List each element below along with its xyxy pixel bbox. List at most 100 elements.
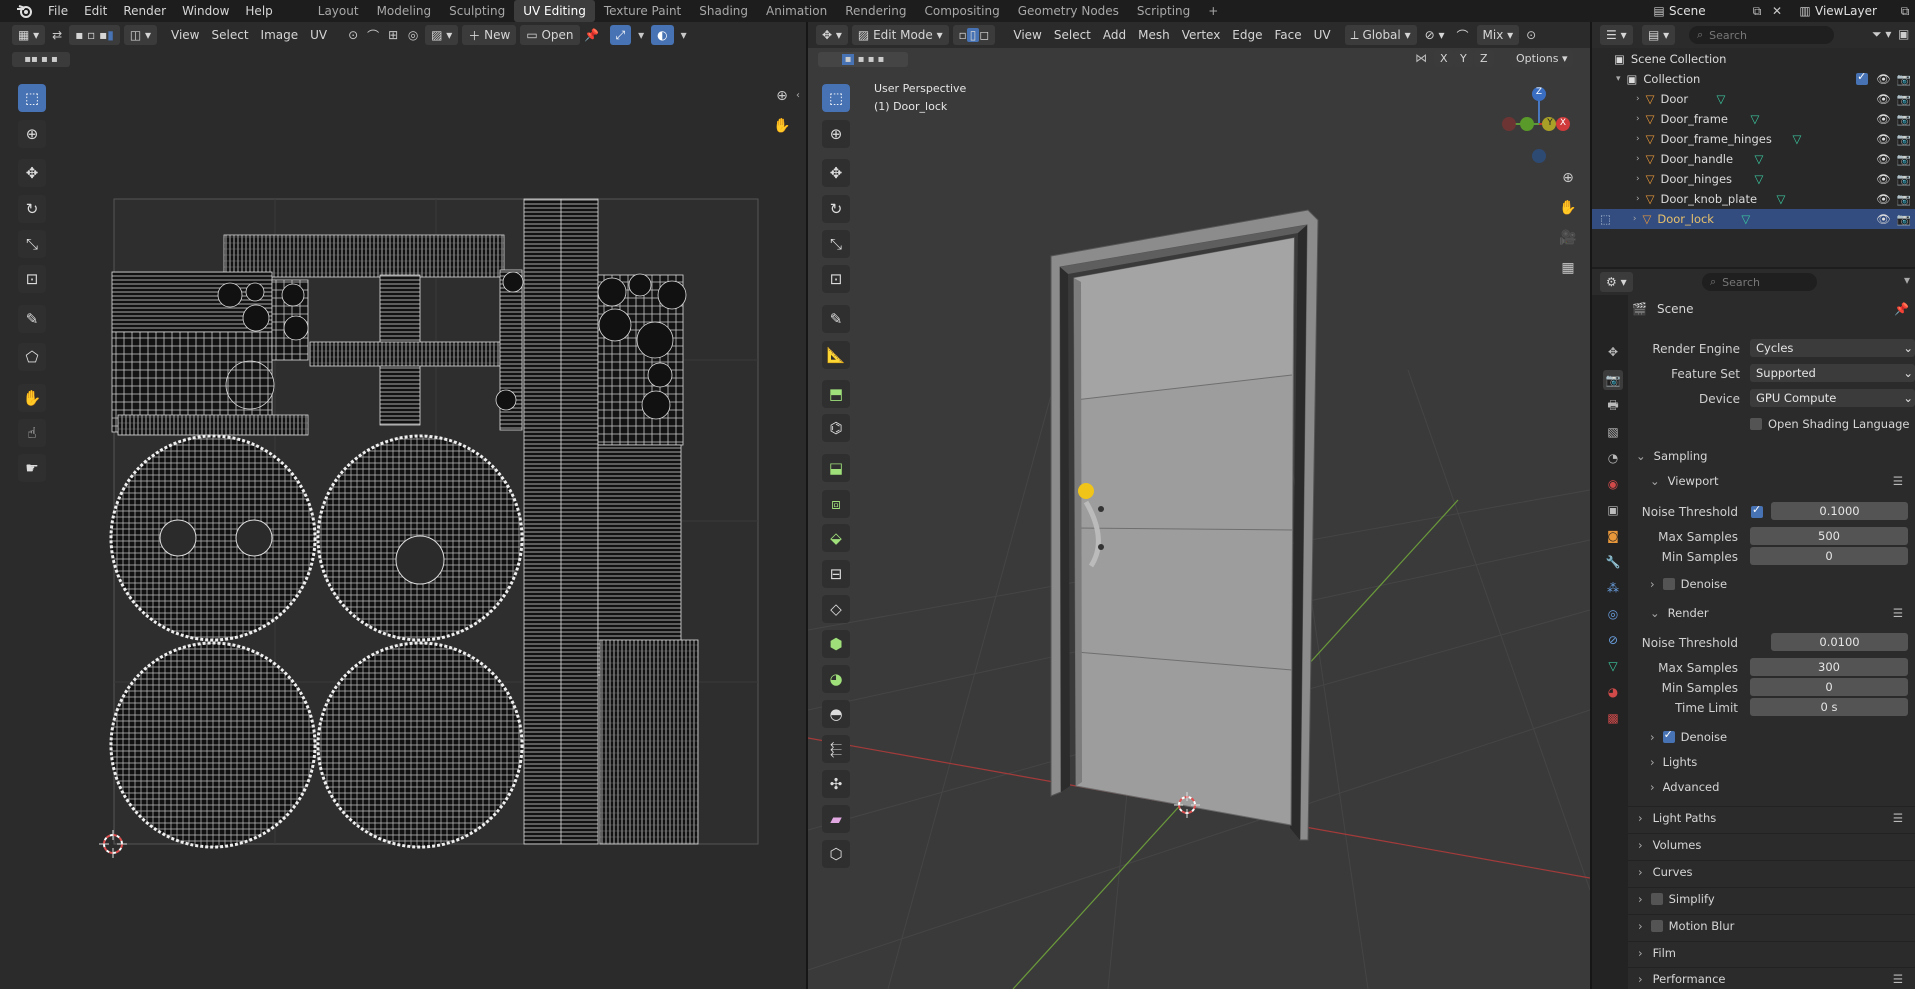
select-box-tool[interactable]: ⬚: [18, 84, 46, 112]
annotate-tool[interactable]: ✎: [18, 305, 46, 333]
render-camera-icon[interactable]: 📷: [1897, 192, 1911, 206]
new-view-layer-icon[interactable]: ⧉: [1895, 1, 1915, 21]
menu-edit[interactable]: Edit: [76, 0, 115, 22]
uv-canvas[interactable]: [0, 70, 806, 989]
r-min-samples-field[interactable]: 0: [1750, 678, 1908, 696]
outliner-item-door-frame[interactable]: › ▽ Door_frame ▽ 👁 📷: [1592, 109, 1915, 129]
visibility-eye-icon[interactable]: 👁: [1876, 72, 1891, 86]
vp-annotate-tool[interactable]: ✎: [822, 305, 850, 333]
relax-tool[interactable]: ☝: [18, 419, 46, 447]
menu-view-3d[interactable]: View: [1007, 25, 1047, 45]
properties-editor-type[interactable]: ⚙ ▾: [1600, 272, 1633, 292]
viewport-scene[interactable]: [808, 70, 1590, 989]
menu-select-3d[interactable]: Select: [1048, 25, 1097, 45]
outliner-display-mode[interactable]: ▤ ▾: [1642, 25, 1676, 45]
menu-window[interactable]: Window: [174, 0, 237, 22]
visibility-eye-icon[interactable]: 👁: [1876, 212, 1891, 226]
add-cylinder-tool[interactable]: ⌬: [822, 414, 850, 442]
render-camera-icon[interactable]: 📷: [1897, 212, 1911, 226]
transform-tool[interactable]: ⊡: [18, 265, 46, 293]
edit-mode-indicator-icon[interactable]: ⬚: [1600, 212, 1611, 226]
render-camera-icon[interactable]: 📷: [1897, 132, 1911, 146]
proportional-falloff-icon[interactable]: ⊙: [1521, 25, 1541, 45]
tab-modeling[interactable]: Modeling: [368, 0, 441, 22]
vp-denoise-checkbox[interactable]: [1662, 578, 1675, 590]
vp-denoise-subpanel[interactable]: › Denoise: [1650, 577, 1727, 591]
outliner-editor-type[interactable]: ☰ ▾: [1600, 25, 1633, 45]
world-tab-icon[interactable]: ◉: [1603, 474, 1623, 494]
pin-icon[interactable]: 📌: [1894, 302, 1909, 316]
mesh-select-mode-group[interactable]: ▫ ▯ ◻: [952, 25, 996, 45]
render-camera-icon[interactable]: 📷: [1897, 152, 1911, 166]
shrink-fatten-tool[interactable]: ✣: [822, 770, 850, 798]
r-noise-threshold-field[interactable]: 0.0100: [1771, 633, 1908, 651]
motion-blur-panel[interactable]: › Motion Blur: [1628, 914, 1915, 936]
edge-slide-tool[interactable]: ⬱: [822, 735, 850, 763]
menu-face[interactable]: Face: [1269, 25, 1308, 45]
options-dropdown[interactable]: Options ▾: [1510, 50, 1574, 67]
osl-checkbox[interactable]: [1750, 418, 1762, 430]
tab-rendering[interactable]: Rendering: [836, 0, 915, 22]
rip-tool[interactable]: ⬠: [18, 343, 46, 371]
add-workspace-button[interactable]: +: [1199, 0, 1227, 22]
render-camera-icon[interactable]: 📷: [1897, 172, 1911, 186]
editor-type-dropdown[interactable]: ▦ ▾: [12, 25, 46, 45]
viewport-editor-type-dropdown[interactable]: ✥ ▾: [816, 25, 848, 45]
visibility-eye-icon[interactable]: 👁: [1876, 92, 1891, 106]
overlay-dropdown-icon[interactable]: ▾: [674, 25, 694, 45]
menu-uv[interactable]: UV: [304, 25, 333, 45]
outliner-item-door-knob-plate[interactable]: › ▽ Door_knob_plate ▽ 👁 📷: [1592, 189, 1915, 209]
vp-zoom-icon[interactable]: ⊕: [1558, 168, 1578, 188]
snap-toggle[interactable]: ⌒: [1451, 25, 1475, 45]
render-camera-icon[interactable]: 📷: [1897, 72, 1911, 86]
vp-select-box-tool[interactable]: ⬚: [822, 84, 850, 112]
render-camera-icon[interactable]: 📷: [1897, 112, 1911, 126]
list-menu-icon[interactable]: ☰: [1893, 474, 1903, 488]
scale-tool[interactable]: ⤡: [18, 230, 46, 258]
simplify-panel[interactable]: › Simplify: [1628, 887, 1915, 909]
sync-selection-icon[interactable]: ⇄: [47, 25, 67, 45]
spin-tool[interactable]: ◕: [822, 665, 850, 693]
render-camera-icon[interactable]: 📷: [1897, 92, 1911, 106]
mirror-y-toggle[interactable]: Y: [1454, 50, 1473, 67]
properties-search[interactable]: ⌕ Search: [1702, 273, 1817, 291]
outliner-scene-collection[interactable]: ▣ Scene Collection: [1592, 49, 1915, 69]
simplify-checkbox[interactable]: [1650, 892, 1663, 905]
outliner-item-door-frame-hinges[interactable]: › ▽ Door_frame_hinges ▽ 👁 📷: [1592, 129, 1915, 149]
tab-compositing[interactable]: Compositing: [915, 0, 1008, 22]
mode-dropdown[interactable]: ▨ Edit Mode ▾: [851, 25, 949, 45]
light-paths-panel[interactable]: › Light Paths ☰: [1628, 806, 1915, 828]
overlay-toggle[interactable]: ◐: [651, 25, 674, 45]
exclude-checkbox[interactable]: [1856, 70, 1869, 85]
output-tab-icon[interactable]: 🖶: [1603, 396, 1623, 416]
uv-subheader-select-modes[interactable]: ▪▪ ▪ ▪: [12, 52, 70, 67]
r-denoise-checkbox[interactable]: [1662, 728, 1675, 743]
rip-region-tool[interactable]: ⬡: [822, 840, 850, 868]
menu-mesh[interactable]: Mesh: [1132, 25, 1176, 45]
menu-file[interactable]: File: [40, 0, 76, 22]
performance-panel[interactable]: › Performance ☰: [1628, 967, 1915, 989]
menu-edge[interactable]: Edge: [1226, 25, 1268, 45]
render-subpanel-header[interactable]: ⌄ Render ☰: [1640, 603, 1915, 623]
snap-mode-icon[interactable]: ⊞: [383, 25, 403, 45]
gizmo-toggle[interactable]: ⤢: [609, 25, 632, 45]
proportional-mode-dropdown[interactable]: Mix ▾: [1476, 25, 1520, 45]
constraints-tab-icon[interactable]: ⊘: [1603, 630, 1623, 650]
outliner-search[interactable]: ⌕ Search: [1689, 26, 1834, 44]
device-dropdown[interactable]: GPU Compute ⌄: [1750, 389, 1915, 407]
knife-tool[interactable]: ◇: [822, 595, 850, 623]
sampling-panel-header[interactable]: ⌄ Sampling: [1628, 446, 1915, 466]
new-image-button[interactable]: ＋ New: [462, 25, 517, 45]
visibility-eye-icon[interactable]: 👁: [1876, 172, 1891, 186]
vp-cursor-tool[interactable]: ⊕: [822, 120, 850, 148]
tab-texture-paint[interactable]: Texture Paint: [595, 0, 690, 22]
menu-help[interactable]: Help: [237, 0, 280, 22]
add-cube-tool[interactable]: ⬒: [822, 380, 850, 408]
mirror-x-toggle[interactable]: X: [1434, 50, 1454, 67]
vp-pan-icon[interactable]: ✋: [1558, 198, 1578, 218]
scene-tab-icon[interactable]: ◔: [1603, 448, 1623, 468]
outliner-item-door-lock[interactable]: ⬚ › ▽ Door_lock ▽ 👁 📷: [1592, 209, 1915, 229]
object-tab-icon[interactable]: ◙: [1603, 526, 1623, 546]
menu-vertex[interactable]: Vertex: [1176, 25, 1227, 45]
data-tab-icon[interactable]: ▽: [1603, 656, 1623, 676]
